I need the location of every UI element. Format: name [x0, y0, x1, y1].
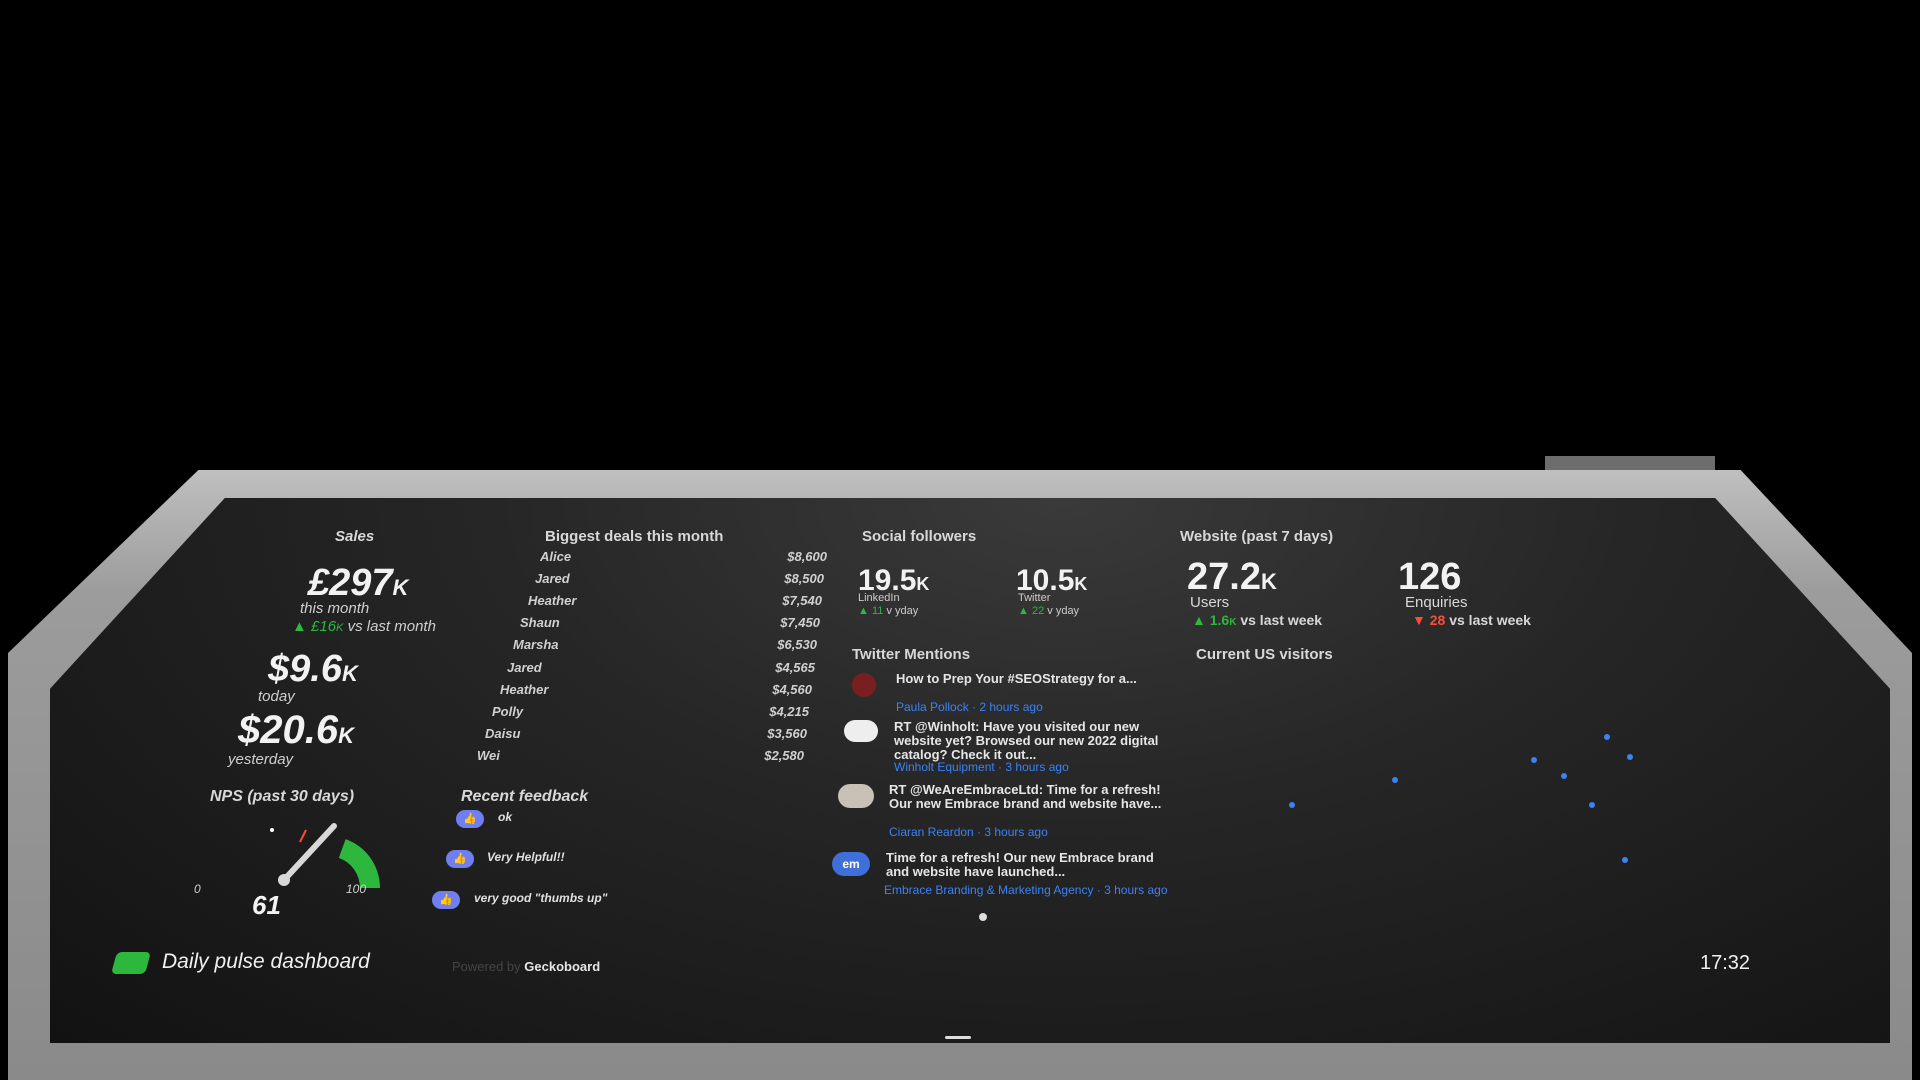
- deal-amount: $8,600: [787, 549, 827, 564]
- deal-amount: $6,530: [777, 637, 817, 653]
- nps-min: 0: [194, 882, 201, 896]
- mention-text-1[interactable]: How to Prep Your #SEOStrategy for a...: [896, 672, 1156, 686]
- thumbs-up-icon: 👍: [456, 810, 484, 828]
- sales-title: Sales: [335, 528, 375, 545]
- users-label: Users: [1190, 594, 1230, 611]
- linkedin-delta: ▲ 11 v yday: [858, 605, 919, 617]
- mention-avatar-3: [838, 784, 874, 808]
- feedback-text-1: ok: [498, 810, 513, 824]
- deals-title: Biggest deals this month: [545, 528, 724, 545]
- sales-today-label: today: [258, 688, 295, 705]
- sales-month-label: this month: [300, 600, 370, 617]
- deal-name: Wei: [477, 747, 500, 763]
- sales-month-delta: ▲ £16K vs last month: [292, 618, 436, 635]
- visitor-dot: [1561, 773, 1567, 779]
- mention-avatar-4: em: [832, 852, 870, 876]
- thumbs-up-icon: 👍: [446, 850, 474, 868]
- mention-avatar-2: [844, 720, 878, 742]
- mention-meta-3[interactable]: Ciaran Reardon · 3 hours ago: [889, 825, 1048, 839]
- mention-meta-1[interactable]: Paula Pollock · 2 hours ago: [896, 700, 1043, 714]
- website-title: Website (past 7 days): [1180, 528, 1334, 545]
- feedback-title: Recent feedback: [461, 788, 589, 805]
- deal-name: Heather: [528, 593, 577, 609]
- mention-meta-2[interactable]: Winholt Equipment · 3 hours ago: [894, 760, 1069, 774]
- sales-yesterday-label: yesterday: [228, 751, 294, 768]
- visitor-dot: [1627, 754, 1633, 760]
- mention-text-3[interactable]: RT @WeAreEmbraceLtd: Time for a refresh!…: [889, 783, 1169, 811]
- tv-bezel-highlight: [1545, 456, 1715, 470]
- deal-amount: $7,450: [780, 615, 820, 631]
- dashboard-title: Daily pulse dashboard: [162, 950, 370, 973]
- deal-name: Polly: [492, 703, 524, 719]
- deal-amount: $3,560: [767, 725, 807, 741]
- visitor-dot: [1392, 777, 1398, 783]
- sales-yesterday-value: $20.6K: [238, 708, 354, 752]
- enquiries-delta: ▼ 28 vs last week: [1412, 612, 1531, 628]
- deal-amount: $4,560: [772, 681, 812, 697]
- visitor-dot: [1604, 734, 1610, 740]
- deal-name: Heather: [500, 681, 549, 697]
- social-title: Social followers: [862, 528, 977, 545]
- linkedin-label: LinkedIn: [858, 592, 900, 604]
- deal-name: Jared: [535, 571, 570, 587]
- deal-name: Alice: [540, 549, 572, 564]
- deal-amount: $8,500: [784, 571, 824, 587]
- nps-value: 61: [252, 890, 281, 920]
- nps-title: NPS (past 30 days): [210, 788, 355, 805]
- deal-amount: $7,540: [782, 593, 822, 609]
- deal-name: Daisu: [485, 725, 521, 741]
- users-delta: ▲ 1.6K vs last week: [1192, 612, 1323, 628]
- visitor-dot: [1531, 757, 1537, 763]
- carousel-dot[interactable]: [979, 913, 987, 921]
- deal-name: Jared: [507, 659, 542, 675]
- enquiries-label: Enquiries: [1405, 594, 1468, 611]
- deal-amount: $4,565: [775, 659, 815, 675]
- feedback-text-2: Very Helpful!!: [487, 850, 565, 864]
- deal-name: Shaun: [520, 615, 560, 631]
- visitor-dot: [1589, 802, 1595, 808]
- mentions-title: Twitter Mentions: [852, 646, 971, 663]
- thumbs-up-icon: 👍: [432, 891, 460, 909]
- sales-month-value: £297K: [308, 562, 409, 604]
- tv-indicator: [945, 1036, 971, 1039]
- visitors-title: Current US visitors: [1196, 646, 1333, 663]
- users-value: 27.2K: [1187, 556, 1277, 598]
- deal-amount: $4,215: [769, 703, 809, 719]
- twitter-delta: ▲ 22 v yday: [1018, 605, 1080, 617]
- nps-max: 100: [346, 882, 367, 896]
- sales-today-value: $9.6K: [268, 648, 358, 690]
- twitter-label: Twitter: [1018, 592, 1051, 604]
- visitor-dot: [1622, 857, 1628, 863]
- scene: Sales £297K this month ▲ £16K vs last mo…: [0, 0, 1920, 1080]
- mention-text-4[interactable]: Time for a refresh! Our new Embrace bran…: [886, 851, 1176, 879]
- enquiries-value: 126: [1398, 556, 1462, 598]
- deal-amount: $2,580: [764, 747, 804, 763]
- powered-by: Powered by Geckoboard: [452, 959, 601, 974]
- mention-meta-4[interactable]: Embrace Branding & Marketing Agency · 3 …: [884, 883, 1184, 897]
- mention-avatar-1: [852, 673, 876, 697]
- mention-text-2[interactable]: RT @Winholt: Have you visited our new we…: [894, 720, 1164, 762]
- clock: 17:32: [1700, 952, 1751, 974]
- deal-name: Marsha: [513, 637, 559, 653]
- visitor-dot: [1289, 802, 1295, 808]
- feedback-text-3: very good "thumbs up": [474, 891, 608, 905]
- geckoboard-logo-icon: [111, 952, 151, 974]
